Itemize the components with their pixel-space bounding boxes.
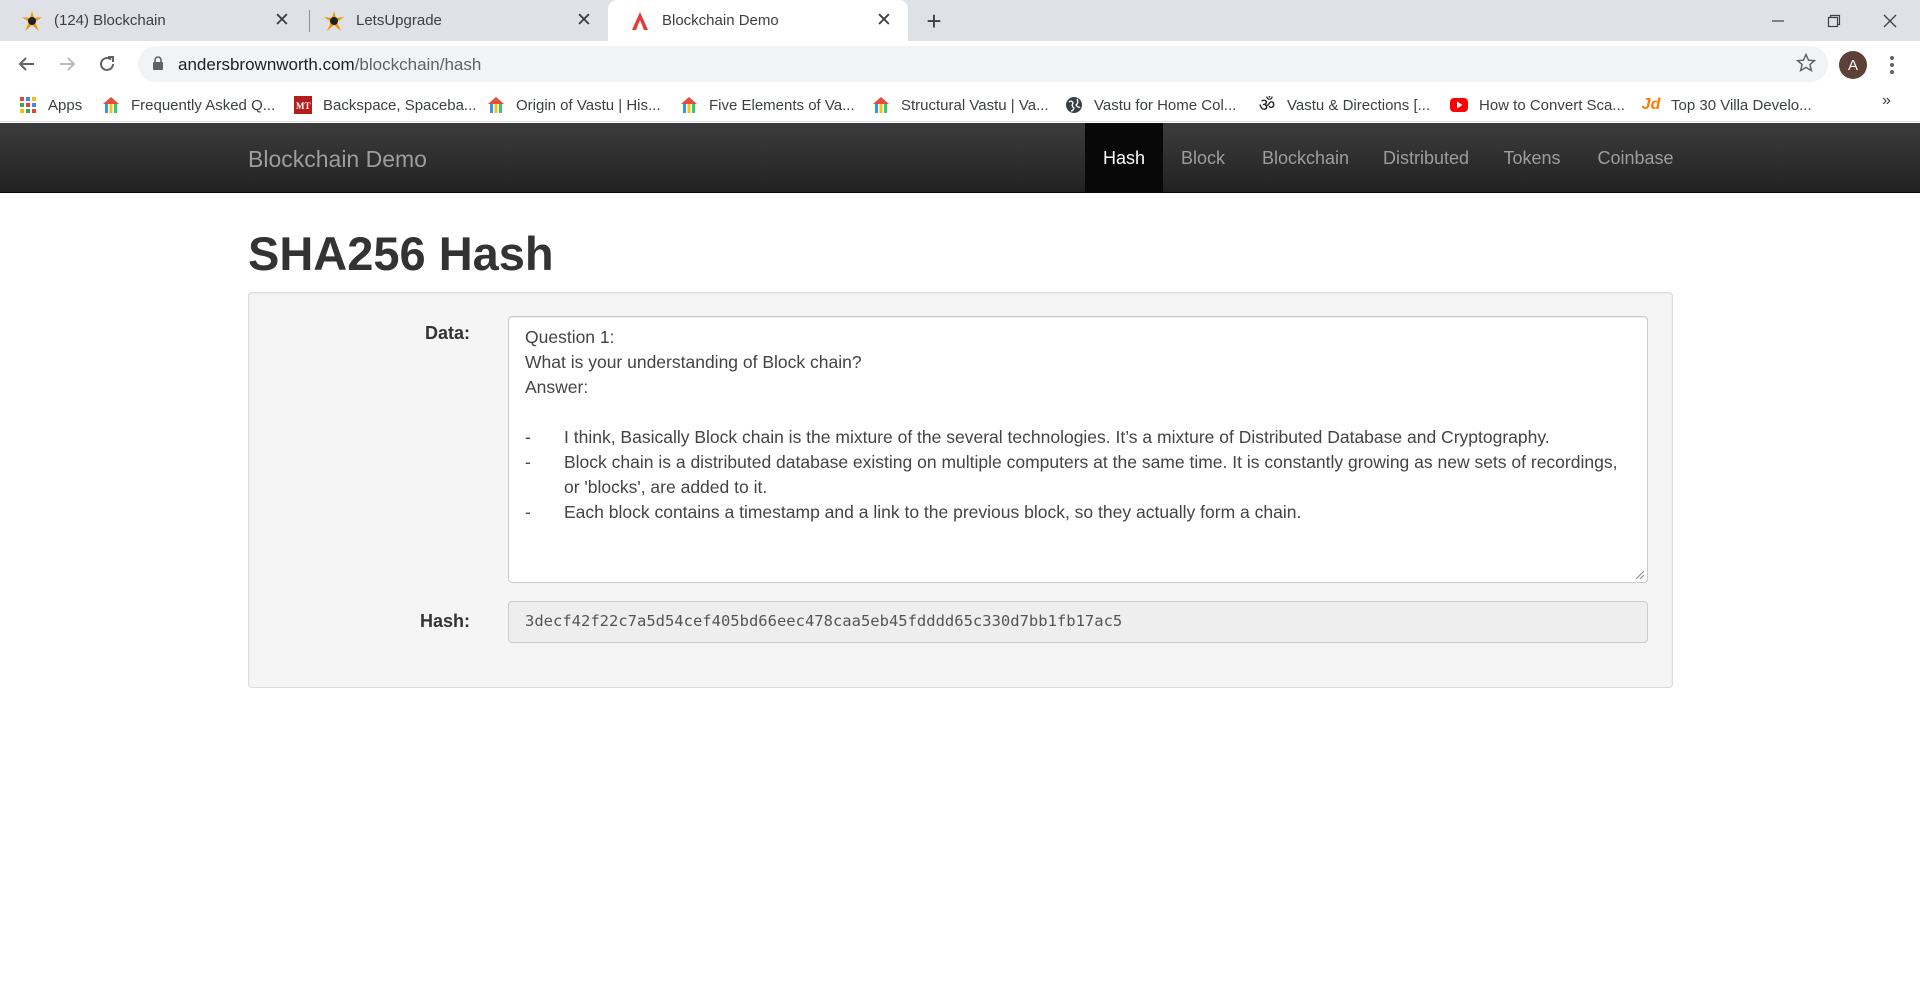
bullet-text: Block chain is a distributed database ex… [564, 452, 1618, 497]
data-line [525, 400, 1631, 425]
minimize-icon [1772, 19, 1784, 22]
bookmark-label: Vastu for Home Col... [1094, 96, 1237, 114]
url-path: /blockchain/hash [354, 55, 482, 74]
bookmark-origin-of-vastu[interactable]: Origin of Vastu | His... [487, 94, 661, 116]
menu-icon[interactable] [1882, 53, 1902, 77]
apps-grid-icon [19, 96, 37, 114]
bookmark-label: Frequently Asked Q... [131, 96, 276, 114]
reload-icon [100, 56, 114, 71]
close-icon[interactable]: ✕ [270, 9, 294, 33]
reload-button[interactable] [91, 48, 123, 80]
new-tab-button[interactable]: + [920, 6, 948, 36]
more-bookmarks-button[interactable]: » [1882, 92, 1891, 110]
bullet-text: I think, Basically Block chain is the mi… [564, 427, 1550, 447]
bookmark-label: Origin of Vastu | His... [516, 96, 661, 114]
bookmark-label: Apps [48, 96, 83, 114]
close-icon [1883, 14, 1897, 27]
bookmark-how-to-convert[interactable]: How to Convert Sca... [1450, 94, 1625, 116]
bookmark-label: Vastu & Directions [... [1287, 96, 1431, 114]
browser-toolbar: andersbrownworth.com/blockchain/hash A [0, 41, 1920, 87]
bookmark-structural-vastu[interactable]: Structural Vastu | Va... [872, 94, 1049, 116]
nav-hash[interactable]: Hash [1085, 123, 1163, 193]
arrow-right-icon [60, 57, 76, 71]
hash-output-field: 3decf42f22c7a5d54cef405bd66eec478caa5eb4… [508, 601, 1648, 643]
data-line: Answer: [525, 377, 589, 397]
bookmark-apps[interactable]: Apps [19, 94, 82, 116]
bookmark-vastu-directions[interactable]: ॐ Vastu & Directions [... [1258, 94, 1430, 116]
bullet-dash: - [525, 427, 531, 447]
youtube-icon [1450, 96, 1468, 114]
bookmark-label: How to Convert Sca... [1479, 96, 1625, 114]
tab-letsupgrade[interactable]: LetsUpgrade ✕ [302, 0, 608, 41]
red-a-logo-icon [632, 11, 648, 30]
colorful-house-icon [680, 96, 698, 114]
forward-button[interactable] [51, 48, 83, 80]
data-bullet: - Block chain is a distributed database … [525, 450, 1631, 500]
mt-logo-icon: MT [294, 96, 312, 114]
jd-logo-icon: Jd [1641, 96, 1661, 113]
bullet-dash: - [525, 502, 531, 522]
restore-button[interactable] [1806, 0, 1862, 41]
site-navbar: Blockchain Demo Hash Block Blockchain Di… [0, 123, 1920, 193]
tab-title: (124) Blockchain [54, 12, 166, 29]
lock-icon [153, 56, 163, 70]
close-icon[interactable]: ✕ [872, 9, 896, 33]
hash-label: Hash: [419, 611, 470, 631]
site-brand[interactable]: Blockchain Demo [248, 146, 427, 173]
data-line: Question 1: [525, 327, 615, 347]
colorful-house-icon [872, 96, 890, 114]
nav-tokens[interactable]: Tokens [1484, 123, 1580, 193]
nav-distributed[interactable]: Distributed [1368, 123, 1484, 193]
back-button[interactable] [11, 48, 43, 80]
data-bullet: - Each block contains a timestamp and a … [525, 500, 1631, 525]
star-icon[interactable] [1796, 53, 1816, 73]
close-icon[interactable]: ✕ [572, 9, 596, 33]
data-textarea[interactable]: Question 1: What is your understanding o… [508, 316, 1648, 583]
bookmark-vastu-for-home[interactable]: Vastu for Home Col... [1065, 94, 1236, 116]
bookmark-label: Top 30 Villa Develo... [1671, 96, 1812, 114]
colorful-house-icon [102, 96, 120, 114]
bookmark-frequently-asked[interactable]: Frequently Asked Q... [102, 94, 275, 116]
nav-block[interactable]: Block [1163, 123, 1243, 193]
page-title: SHA256 Hash [248, 227, 554, 280]
bookmarks-bar: Apps Frequently Asked Q... MT Backspace,… [0, 87, 1920, 122]
colorful-house-icon [487, 96, 505, 114]
burst-logo-icon [22, 10, 42, 31]
url-text: andersbrownworth.com/blockchain/hash [178, 55, 481, 75]
bookmark-label: Five Elements of Va... [709, 96, 855, 114]
bookmark-top-30-villa[interactable]: Jd Top 30 Villa Develo... [1642, 94, 1812, 116]
arrow-left-icon [18, 57, 34, 71]
restore-icon [1827, 14, 1841, 27]
tab-blockchain-demo[interactable]: Blockchain Demo ✕ [608, 0, 908, 41]
data-label: Data: [424, 323, 470, 343]
data-line: What is your understanding of Block chai… [525, 352, 862, 372]
bookmark-label: Structural Vastu | Va... [901, 96, 1049, 114]
nav-blockchain[interactable]: Blockchain [1243, 123, 1368, 193]
tab-title: Blockchain Demo [662, 12, 779, 29]
bullet-text: Each block contains a timestamp and a li… [564, 502, 1302, 522]
bookmark-backspace[interactable]: MT Backspace, Spaceba... [294, 94, 476, 116]
om-symbol-icon: ॐ [1258, 95, 1276, 115]
bookmark-five-elements[interactable]: Five Elements of Va... [680, 94, 855, 116]
bookmark-label: Backspace, Spaceba... [323, 96, 477, 114]
burst-logo-icon [324, 10, 344, 31]
tab-blockchain-youtube[interactable]: (124) Blockchain ✕ [0, 0, 306, 41]
address-bar[interactable]: andersbrownworth.com/blockchain/hash [138, 46, 1828, 82]
tab-strip: (124) Blockchain ✕ LetsUpgrade ✕ Blockch… [0, 0, 1920, 41]
svg-text:MT: MT [296, 101, 311, 111]
resize-grip-icon[interactable] [1635, 570, 1645, 580]
minimize-button[interactable] [1750, 0, 1806, 41]
data-bullet: - I think, Basically Block chain is the … [525, 425, 1631, 450]
tab-title: LetsUpgrade [356, 12, 442, 29]
bullet-dash: - [525, 452, 531, 472]
globe-icon [1065, 96, 1083, 114]
url-host: andersbrownworth.com [178, 55, 355, 74]
close-window-button[interactable] [1862, 0, 1918, 41]
profile-avatar[interactable]: A [1839, 51, 1867, 79]
nav-coinbase[interactable]: Coinbase [1580, 123, 1691, 193]
